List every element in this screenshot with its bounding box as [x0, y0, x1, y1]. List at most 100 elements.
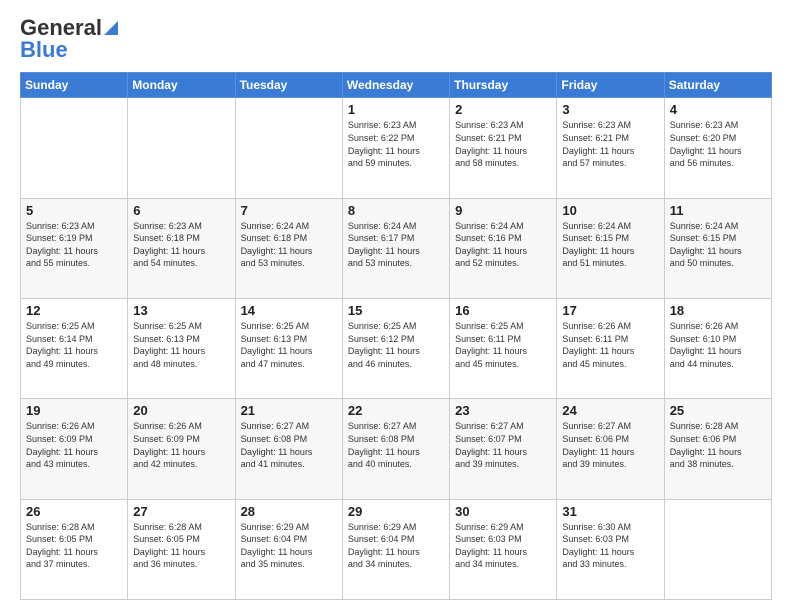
calendar-cell: 10 Sunrise: 6:24 AMSunset: 6:15 PMDaylig… [557, 198, 664, 298]
calendar-cell: 25 Sunrise: 6:28 AMSunset: 6:06 PMDaylig… [664, 399, 771, 499]
day-number: 30 [455, 504, 551, 519]
day-number: 8 [348, 203, 444, 218]
day-number: 5 [26, 203, 122, 218]
calendar-cell: 23 Sunrise: 6:27 AMSunset: 6:07 PMDaylig… [450, 399, 557, 499]
day-number: 17 [562, 303, 658, 318]
calendar-cell: 3 Sunrise: 6:23 AMSunset: 6:21 PMDayligh… [557, 98, 664, 198]
calendar-cell: 20 Sunrise: 6:26 AMSunset: 6:09 PMDaylig… [128, 399, 235, 499]
calendar-week-3: 12 Sunrise: 6:25 AMSunset: 6:14 PMDaylig… [21, 299, 772, 399]
calendar-cell: 7 Sunrise: 6:24 AMSunset: 6:18 PMDayligh… [235, 198, 342, 298]
day-info: Sunrise: 6:23 AMSunset: 6:20 PMDaylight:… [670, 119, 766, 169]
calendar-cell: 8 Sunrise: 6:24 AMSunset: 6:17 PMDayligh… [342, 198, 449, 298]
logo-icon [104, 21, 118, 35]
calendar-cell: 13 Sunrise: 6:25 AMSunset: 6:13 PMDaylig… [128, 299, 235, 399]
calendar-week-2: 5 Sunrise: 6:23 AMSunset: 6:19 PMDayligh… [21, 198, 772, 298]
day-info: Sunrise: 6:25 AMSunset: 6:12 PMDaylight:… [348, 320, 444, 370]
day-number: 3 [562, 102, 658, 117]
day-info: Sunrise: 6:27 AMSunset: 6:06 PMDaylight:… [562, 420, 658, 470]
calendar-cell [235, 98, 342, 198]
day-number: 27 [133, 504, 229, 519]
day-number: 15 [348, 303, 444, 318]
day-info: Sunrise: 6:24 AMSunset: 6:15 PMDaylight:… [562, 220, 658, 270]
day-info: Sunrise: 6:26 AMSunset: 6:09 PMDaylight:… [133, 420, 229, 470]
day-number: 7 [241, 203, 337, 218]
calendar-cell: 6 Sunrise: 6:23 AMSunset: 6:18 PMDayligh… [128, 198, 235, 298]
day-number: 24 [562, 403, 658, 418]
header: General Blue [20, 16, 772, 62]
day-header-tuesday: Tuesday [235, 73, 342, 98]
calendar-cell: 24 Sunrise: 6:27 AMSunset: 6:06 PMDaylig… [557, 399, 664, 499]
day-info: Sunrise: 6:30 AMSunset: 6:03 PMDaylight:… [562, 521, 658, 571]
day-info: Sunrise: 6:28 AMSunset: 6:05 PMDaylight:… [133, 521, 229, 571]
calendar-cell: 30 Sunrise: 6:29 AMSunset: 6:03 PMDaylig… [450, 499, 557, 599]
calendar-cell: 28 Sunrise: 6:29 AMSunset: 6:04 PMDaylig… [235, 499, 342, 599]
day-info: Sunrise: 6:25 AMSunset: 6:13 PMDaylight:… [241, 320, 337, 370]
day-header-friday: Friday [557, 73, 664, 98]
day-number: 22 [348, 403, 444, 418]
day-number: 21 [241, 403, 337, 418]
logo: General Blue [20, 16, 118, 62]
day-number: 18 [670, 303, 766, 318]
calendar-cell: 31 Sunrise: 6:30 AMSunset: 6:03 PMDaylig… [557, 499, 664, 599]
day-number: 4 [670, 102, 766, 117]
calendar-week-4: 19 Sunrise: 6:26 AMSunset: 6:09 PMDaylig… [21, 399, 772, 499]
day-header-saturday: Saturday [664, 73, 771, 98]
day-info: Sunrise: 6:24 AMSunset: 6:15 PMDaylight:… [670, 220, 766, 270]
calendar-cell: 14 Sunrise: 6:25 AMSunset: 6:13 PMDaylig… [235, 299, 342, 399]
day-header-monday: Monday [128, 73, 235, 98]
calendar-cell: 22 Sunrise: 6:27 AMSunset: 6:08 PMDaylig… [342, 399, 449, 499]
day-number: 11 [670, 203, 766, 218]
calendar-cell [128, 98, 235, 198]
day-info: Sunrise: 6:23 AMSunset: 6:21 PMDaylight:… [562, 119, 658, 169]
day-info: Sunrise: 6:25 AMSunset: 6:13 PMDaylight:… [133, 320, 229, 370]
calendar-table: SundayMondayTuesdayWednesdayThursdayFrid… [20, 72, 772, 600]
calendar-cell [664, 499, 771, 599]
day-number: 14 [241, 303, 337, 318]
day-info: Sunrise: 6:29 AMSunset: 6:04 PMDaylight:… [241, 521, 337, 571]
calendar-header-row: SundayMondayTuesdayWednesdayThursdayFrid… [21, 73, 772, 98]
day-info: Sunrise: 6:24 AMSunset: 6:16 PMDaylight:… [455, 220, 551, 270]
day-number: 19 [26, 403, 122, 418]
calendar-cell: 18 Sunrise: 6:26 AMSunset: 6:10 PMDaylig… [664, 299, 771, 399]
day-number: 10 [562, 203, 658, 218]
day-info: Sunrise: 6:28 AMSunset: 6:06 PMDaylight:… [670, 420, 766, 470]
day-number: 2 [455, 102, 551, 117]
calendar-cell: 16 Sunrise: 6:25 AMSunset: 6:11 PMDaylig… [450, 299, 557, 399]
day-info: Sunrise: 6:25 AMSunset: 6:14 PMDaylight:… [26, 320, 122, 370]
day-number: 31 [562, 504, 658, 519]
logo-blue-text: Blue [20, 37, 68, 62]
day-info: Sunrise: 6:28 AMSunset: 6:05 PMDaylight:… [26, 521, 122, 571]
calendar-cell: 15 Sunrise: 6:25 AMSunset: 6:12 PMDaylig… [342, 299, 449, 399]
day-number: 28 [241, 504, 337, 519]
calendar-cell: 29 Sunrise: 6:29 AMSunset: 6:04 PMDaylig… [342, 499, 449, 599]
calendar-cell: 5 Sunrise: 6:23 AMSunset: 6:19 PMDayligh… [21, 198, 128, 298]
day-header-sunday: Sunday [21, 73, 128, 98]
day-number: 9 [455, 203, 551, 218]
day-number: 16 [455, 303, 551, 318]
day-number: 29 [348, 504, 444, 519]
day-header-wednesday: Wednesday [342, 73, 449, 98]
page: General Blue SundayMondayTuesdayWednesda… [0, 0, 792, 612]
day-info: Sunrise: 6:23 AMSunset: 6:18 PMDaylight:… [133, 220, 229, 270]
day-number: 13 [133, 303, 229, 318]
calendar-cell: 17 Sunrise: 6:26 AMSunset: 6:11 PMDaylig… [557, 299, 664, 399]
day-info: Sunrise: 6:24 AMSunset: 6:17 PMDaylight:… [348, 220, 444, 270]
calendar-cell: 12 Sunrise: 6:25 AMSunset: 6:14 PMDaylig… [21, 299, 128, 399]
calendar-cell: 4 Sunrise: 6:23 AMSunset: 6:20 PMDayligh… [664, 98, 771, 198]
calendar-cell: 21 Sunrise: 6:27 AMSunset: 6:08 PMDaylig… [235, 399, 342, 499]
day-number: 6 [133, 203, 229, 218]
day-info: Sunrise: 6:25 AMSunset: 6:11 PMDaylight:… [455, 320, 551, 370]
day-info: Sunrise: 6:26 AMSunset: 6:09 PMDaylight:… [26, 420, 122, 470]
day-info: Sunrise: 6:27 AMSunset: 6:08 PMDaylight:… [348, 420, 444, 470]
calendar-cell: 27 Sunrise: 6:28 AMSunset: 6:05 PMDaylig… [128, 499, 235, 599]
day-number: 12 [26, 303, 122, 318]
day-info: Sunrise: 6:24 AMSunset: 6:18 PMDaylight:… [241, 220, 337, 270]
calendar-cell: 1 Sunrise: 6:23 AMSunset: 6:22 PMDayligh… [342, 98, 449, 198]
day-number: 23 [455, 403, 551, 418]
calendar-cell: 26 Sunrise: 6:28 AMSunset: 6:05 PMDaylig… [21, 499, 128, 599]
day-info: Sunrise: 6:23 AMSunset: 6:19 PMDaylight:… [26, 220, 122, 270]
day-number: 25 [670, 403, 766, 418]
day-info: Sunrise: 6:29 AMSunset: 6:04 PMDaylight:… [348, 521, 444, 571]
calendar-cell: 2 Sunrise: 6:23 AMSunset: 6:21 PMDayligh… [450, 98, 557, 198]
calendar-cell: 19 Sunrise: 6:26 AMSunset: 6:09 PMDaylig… [21, 399, 128, 499]
